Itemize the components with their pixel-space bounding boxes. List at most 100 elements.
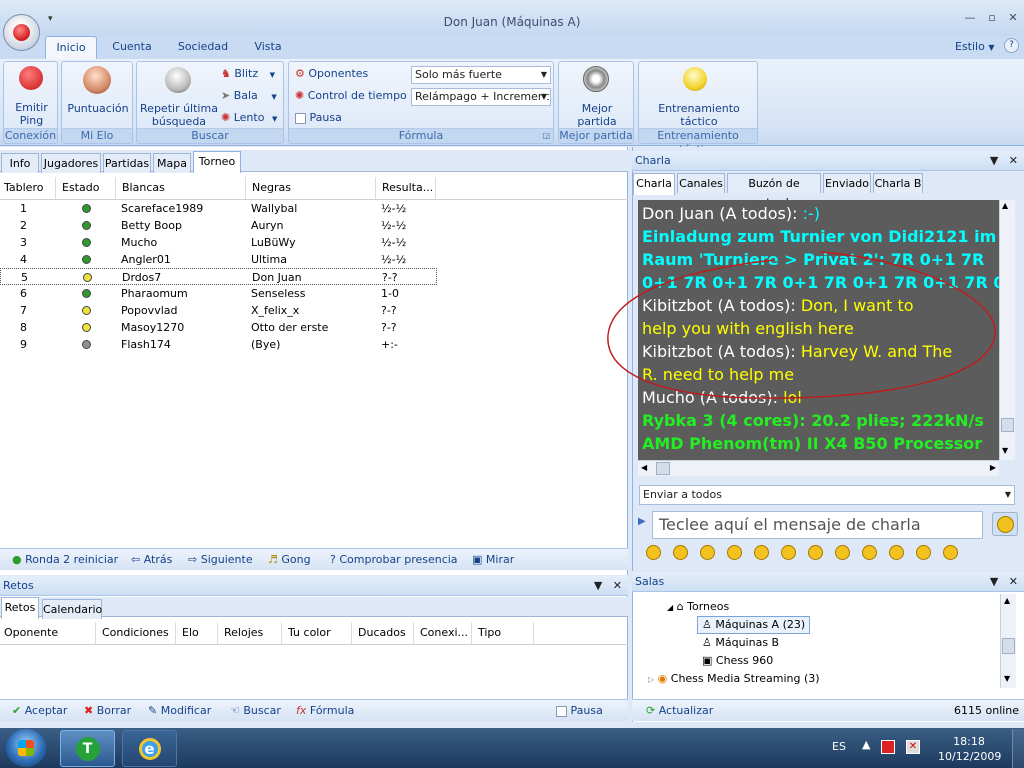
- lento-button[interactable]: ✺ Lento ▼: [221, 109, 277, 127]
- column-header-condiciones[interactable]: Condiciones: [98, 622, 176, 644]
- language-indicator[interactable]: ES: [832, 740, 846, 753]
- atras-button[interactable]: ⇦ Atrás: [131, 549, 172, 571]
- emoticon-icon[interactable]: [889, 545, 904, 560]
- expand-icon[interactable]: ▷: [648, 675, 654, 684]
- minimize-button[interactable]: —: [962, 11, 978, 25]
- pausa-checkbox-row[interactable]: Pausa: [556, 700, 603, 722]
- oponentes-button[interactable]: ⚙ Oponentes: [295, 65, 368, 83]
- panel-buttons[interactable]: ▼ ✕: [990, 572, 1018, 591]
- tab-jugadores[interactable]: Jugadores: [41, 153, 101, 173]
- tab-charla[interactable]: Charla: [633, 173, 675, 195]
- table-row[interactable]: 5 Drdos7 Don Juan ?-?: [0, 268, 437, 285]
- gong-button[interactable]: ♬ Gong: [268, 549, 311, 571]
- chat-message-input[interactable]: Teclee aquí el mensaje de charla: [652, 511, 983, 539]
- ronda-reiniciar-button[interactable]: ● Ronda 2 reiniciar: [12, 549, 118, 571]
- blitz-button[interactable]: ♞ Blitz ▼: [221, 65, 275, 83]
- collapse-icon[interactable]: ◢: [667, 603, 673, 612]
- tab-vista[interactable]: Vista: [248, 36, 288, 59]
- chat-hscrollbar[interactable]: ◀ ▶: [638, 460, 999, 476]
- clock[interactable]: 18:18 10/12/2009: [938, 734, 1001, 764]
- repetir-busqueda-button[interactable]: Repetir última búsqueda: [137, 102, 221, 128]
- column-header-negras[interactable]: Negras: [248, 177, 376, 199]
- formula-button[interactable]: fx Fórmula: [296, 700, 354, 722]
- column-header-elo[interactable]: Elo: [178, 622, 218, 644]
- bala-button[interactable]: ➤ Bala ▼: [221, 87, 277, 105]
- pausa-checkbox-row[interactable]: Pausa: [295, 109, 342, 127]
- scroll-thumb[interactable]: [1001, 418, 1014, 432]
- emoticon-button[interactable]: [992, 512, 1018, 536]
- column-header-estado[interactable]: Estado: [58, 177, 116, 199]
- borrar-button[interactable]: ✖ Borrar: [84, 700, 131, 722]
- emoticon-icon[interactable]: [700, 545, 715, 560]
- tab-partidas[interactable]: Partidas: [103, 153, 151, 173]
- emoticon-icon[interactable]: [673, 545, 688, 560]
- close-button[interactable]: ✕: [1005, 11, 1021, 25]
- emoticon-icon[interactable]: [943, 545, 958, 560]
- scroll-thumb[interactable]: [1002, 638, 1015, 654]
- maximize-button[interactable]: ▫: [984, 11, 1000, 25]
- tab-retos[interactable]: Retos: [1, 597, 39, 619]
- help-icon[interactable]: ?: [1004, 38, 1019, 53]
- show-desktop-button[interactable]: [1012, 729, 1024, 768]
- send-to-dropdown[interactable]: Enviar a todos ▼: [639, 485, 1015, 505]
- application-orb-button[interactable]: [3, 14, 40, 51]
- room-item-maquinas-a[interactable]: ♙ Máquinas A (23): [697, 616, 811, 634]
- column-header-conexion[interactable]: Conexi...: [416, 622, 472, 644]
- table-row[interactable]: 8 Masoy1270 Otto der erste ?-?: [0, 319, 437, 336]
- start-button[interactable]: [6, 729, 46, 767]
- dialog-launcher-icon[interactable]: ◲: [542, 129, 550, 143]
- emoticon-icon[interactable]: [646, 545, 661, 560]
- emoticon-icon[interactable]: [808, 545, 823, 560]
- control-tiempo-button[interactable]: ✺ Control de tiempo: [295, 87, 407, 105]
- salas-scrollbar[interactable]: ▲ ▼: [1000, 594, 1016, 688]
- tab-calendario[interactable]: Calendario: [42, 599, 102, 619]
- emoticon-icon[interactable]: [916, 545, 931, 560]
- tab-info[interactable]: Info: [1, 153, 39, 173]
- column-header-ducados[interactable]: Ducados: [354, 622, 414, 644]
- aceptar-button[interactable]: ✔ Aceptar: [12, 700, 67, 722]
- table-row[interactable]: 7 Popovvlad X_felix_x ?-?: [0, 302, 437, 319]
- scroll-up-icon[interactable]: ▲: [1002, 201, 1008, 210]
- emoticon-icon[interactable]: [781, 545, 796, 560]
- table-row[interactable]: 4 Angler01 Ultima ½-½: [0, 251, 437, 268]
- column-header-relojes[interactable]: Relojes: [220, 622, 282, 644]
- tab-cuenta[interactable]: Cuenta: [106, 36, 158, 59]
- tab-inicio[interactable]: Inicio: [45, 36, 97, 59]
- room-item-chess-960[interactable]: ▣ Chess 960: [702, 652, 773, 670]
- tray-network-icon[interactable]: ✕: [906, 740, 920, 754]
- puntuacion-button[interactable]: Puntuación: [62, 102, 134, 115]
- taskbar-app-ie[interactable]: e: [122, 730, 177, 767]
- column-header-tipo[interactable]: Tipo: [474, 622, 534, 644]
- room-item-chess-media[interactable]: ▷ ◉ Chess Media Streaming (3): [648, 670, 820, 689]
- scroll-thumb[interactable]: [656, 462, 670, 475]
- modificar-button[interactable]: ✎ Modificar: [148, 700, 211, 722]
- oponentes-combo[interactable]: Solo más fuerte ▼: [411, 66, 551, 84]
- emoticon-icon[interactable]: [862, 545, 877, 560]
- emoticon-icon[interactable]: [727, 545, 742, 560]
- column-header-resultado[interactable]: Resulta...: [378, 177, 436, 199]
- column-header-oponente[interactable]: Oponente: [0, 622, 96, 644]
- scroll-up-icon[interactable]: ▲: [1004, 596, 1010, 605]
- table-row[interactable]: 2 Betty Boop Auryn ½-½: [0, 217, 437, 234]
- tray-arrow-icon[interactable]: ▲: [862, 738, 870, 751]
- buscar-button[interactable]: ☜ Buscar: [230, 700, 281, 722]
- table-row[interactable]: 3 Mucho LuBüWy ½-½: [0, 234, 437, 251]
- scroll-right-icon[interactable]: ▶: [990, 463, 996, 472]
- tab-charla-b[interactable]: Charla B: [873, 173, 923, 193]
- table-row[interactable]: 9 Flash174 (Bye) +:-: [0, 336, 437, 353]
- mirar-button[interactable]: ▣ Mirar: [472, 549, 514, 571]
- taskbar-app-chess[interactable]: T: [60, 730, 115, 767]
- tray-flag-icon[interactable]: [881, 740, 895, 754]
- column-header-tablero[interactable]: Tablero: [0, 177, 56, 199]
- panel-buttons[interactable]: ▼ ✕: [990, 151, 1018, 170]
- actualizar-button[interactable]: ⟳ Actualizar: [646, 700, 713, 722]
- comprobar-presencia-button[interactable]: ? Comprobar presencia: [330, 549, 458, 571]
- pausa-checkbox[interactable]: [295, 112, 306, 124]
- emitir-ping-button[interactable]: Emitir Ping: [4, 101, 59, 127]
- tab-torneo[interactable]: Torneo: [193, 151, 241, 173]
- panel-buttons[interactable]: ▼ ✕: [594, 576, 622, 595]
- estilo-menu[interactable]: Estilo ▼: [955, 40, 995, 53]
- pausa-checkbox[interactable]: [556, 705, 567, 717]
- tab-mapa[interactable]: Mapa: [153, 153, 191, 173]
- room-item-maquinas-b[interactable]: ♙ Máquinas B: [702, 634, 779, 652]
